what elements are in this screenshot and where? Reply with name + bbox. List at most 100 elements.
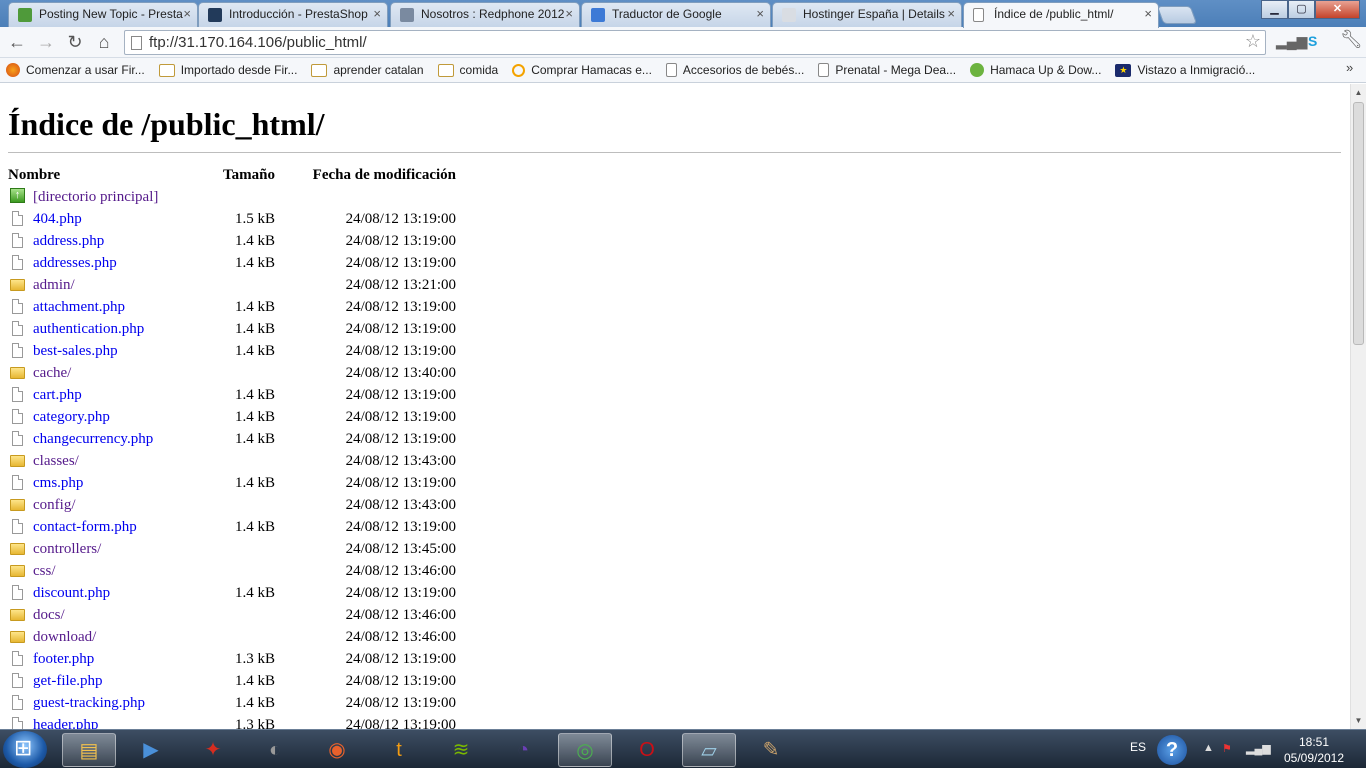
vertical-scrollbar[interactable]: ▲ ▼ [1350, 84, 1366, 729]
column-header-date[interactable]: Fecha de modificación [276, 164, 456, 186]
network-icon[interactable]: ▂▄▆ [1246, 742, 1271, 755]
window-controls: ▁ ▢ ✕ [1261, 0, 1360, 20]
file-link[interactable]: get-file.php [33, 673, 103, 689]
modified-date: 24/08/12 13:46:00 [345, 629, 456, 645]
browser-tab[interactable]: Introducción - PrestaShop × [198, 2, 388, 27]
camera-icon[interactable]: ◐ [248, 733, 302, 767]
skype-icon[interactable]: S [1308, 33, 1317, 49]
file-link[interactable]: category.php [33, 409, 110, 425]
tab-close-icon[interactable]: × [373, 3, 381, 25]
action-center-flag-icon[interactable]: ⚑ [1222, 742, 1232, 755]
file-link[interactable]: changecurrency.php [33, 431, 153, 447]
file-link[interactable]: address.php [33, 233, 104, 249]
file-link[interactable]: best-sales.php [33, 343, 118, 359]
browser-tab[interactable]: Índice de /public_html/ × [963, 2, 1159, 28]
modified-date: 24/08/12 13:19:00 [345, 321, 456, 337]
paint-icon[interactable]: ✎ [744, 733, 798, 767]
opera-icon[interactable]: O [620, 733, 674, 767]
file-link[interactable]: header.php [33, 717, 98, 729]
url-text[interactable]: ftp://31.170.164.106/public_html/ [149, 34, 367, 51]
browser-tab[interactable]: Traductor de Google × [581, 2, 771, 27]
tab-close-icon[interactable]: × [1144, 3, 1152, 25]
back-arrow-icon[interactable]: ← [6, 31, 28, 53]
bookmark-label: Comprar Hamacas e... [531, 63, 652, 77]
bookmarks-more-chevron[interactable]: » [1346, 60, 1353, 75]
modified-date: 24/08/12 13:46:00 [345, 607, 456, 623]
file-link[interactable]: footer.php [33, 651, 94, 667]
start-button[interactable] [3, 731, 47, 768]
file-link[interactable]: guest-tracking.php [33, 695, 145, 711]
new-tab-button[interactable] [1156, 6, 1198, 24]
bookmark-item[interactable]: ★ Vistazo a Inmigració... [1115, 63, 1255, 77]
star-icon: ★ [1115, 63, 1132, 77]
file-size: 1.4 kB [234, 233, 275, 249]
signal-icon[interactable]: ▂▄▆ [1276, 33, 1307, 50]
scrollbar-thumb[interactable] [1353, 102, 1364, 345]
browser-tab[interactable]: Posting New Topic - Presta × [8, 2, 198, 27]
tab-close-icon[interactable]: × [756, 3, 764, 25]
directory-link[interactable]: docs/ [33, 607, 65, 623]
bookmark-item[interactable]: Importado desde Fir... [158, 63, 297, 77]
parent-directory-link[interactable]: [directorio principal] [33, 189, 158, 205]
modified-date: 24/08/12 13:19:00 [345, 409, 456, 425]
file-link[interactable]: cart.php [33, 387, 82, 403]
file-link[interactable]: cms.php [33, 475, 83, 491]
system-clock[interactable]: 18:51 05/09/2012 [1280, 734, 1348, 766]
file-size: 1.4 kB [234, 387, 275, 403]
bookmark-item[interactable]: Comprar Hamacas e... [512, 63, 652, 77]
scroll-up-arrow-icon[interactable]: ▲ [1351, 84, 1366, 101]
bookmark-item[interactable]: Prenatal - Mega Dea... [818, 63, 956, 77]
file-explorer-icon[interactable]: ▤ [62, 733, 116, 767]
file-link[interactable]: authentication.php [33, 321, 144, 337]
bookmark-item[interactable]: comida [437, 63, 498, 77]
bittorrent-icon[interactable]: ◔ [496, 733, 550, 767]
file-link[interactable]: discount.php [33, 585, 110, 601]
help-icon[interactable]: ? [1157, 735, 1187, 765]
tab-close-icon[interactable]: × [183, 3, 191, 25]
clock-date: 05/09/2012 [1283, 751, 1345, 765]
bookmark-label: Comenzar a usar Fir... [26, 63, 145, 77]
forward-arrow-icon[interactable]: → [35, 31, 57, 53]
bookmark-item[interactable]: Hamaca Up & Dow... [970, 63, 1101, 77]
file-link[interactable]: contact-form.php [33, 519, 137, 535]
media-player-icon[interactable]: ▶ [124, 733, 178, 767]
bookmark-item[interactable]: Comenzar a usar Fir... [6, 63, 145, 77]
spotify-icon[interactable]: ≋ [434, 733, 488, 767]
show-hidden-icons-arrow[interactable]: ▲ [1203, 742, 1214, 754]
home-icon[interactable]: ⌂ [93, 31, 115, 53]
tab-close-icon[interactable]: × [947, 3, 955, 25]
file-link[interactable]: addresses.php [33, 255, 117, 271]
title-divider [8, 152, 1341, 153]
directory-link[interactable]: download/ [33, 629, 96, 645]
browser-tab[interactable]: Nosotros : Redphone 2012 × [390, 2, 580, 27]
directory-link[interactable]: css/ [33, 563, 56, 579]
close-window-button[interactable]: ✕ [1315, 0, 1360, 19]
directory-link[interactable]: controllers/ [33, 541, 101, 557]
modified-date: 24/08/12 13:43:00 [345, 453, 456, 469]
bookmark-item[interactable]: Accesorios de bebés... [665, 63, 804, 77]
maximize-button[interactable]: ▢ [1288, 0, 1315, 19]
browser-tab[interactable]: Hostinger España | Details × [772, 2, 962, 27]
chrome-icon[interactable]: ◎ [558, 733, 612, 767]
filezilla-icon[interactable]: ✦ [186, 733, 240, 767]
reload-icon[interactable]: ↻ [64, 31, 86, 53]
language-indicator[interactable]: ES [1130, 740, 1146, 754]
file-link[interactable]: 404.php [33, 211, 82, 227]
minimize-button[interactable]: ▁ [1261, 0, 1288, 19]
file-link[interactable]: attachment.php [33, 299, 125, 315]
tumblr-icon[interactable]: t [372, 733, 426, 767]
notes-icon[interactable]: ▱ [682, 733, 736, 767]
directory-link[interactable]: classes/ [33, 453, 79, 469]
bookmark-item[interactable]: aprender catalan [311, 63, 424, 77]
column-header-size[interactable]: Tamaño [168, 164, 275, 186]
directory-link[interactable]: admin/ [33, 277, 75, 293]
address-bar[interactable]: ftp://31.170.164.106/public_html/ ☆ [124, 30, 1266, 55]
bookmark-star-icon[interactable]: ☆ [1245, 31, 1261, 52]
firefox-icon[interactable]: ◉ [310, 733, 364, 767]
directory-link[interactable]: cache/ [33, 365, 71, 381]
bookmark-label: Vistazo a Inmigració... [1137, 63, 1256, 77]
scroll-down-arrow-icon[interactable]: ▼ [1351, 712, 1366, 729]
wrench-icon[interactable]: 🔧︎ [1340, 29, 1363, 50]
directory-link[interactable]: config/ [33, 497, 76, 513]
tab-close-icon[interactable]: × [565, 3, 573, 25]
